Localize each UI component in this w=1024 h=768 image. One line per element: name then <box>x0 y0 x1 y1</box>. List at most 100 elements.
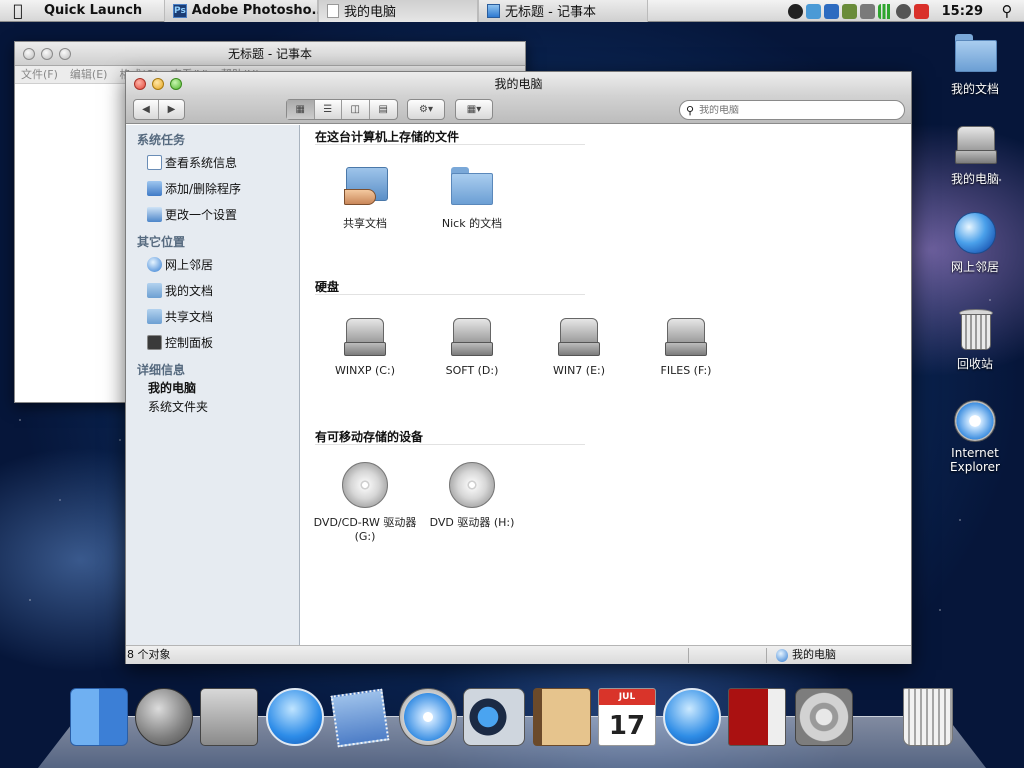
zoom-button[interactable] <box>170 78 182 90</box>
tray-app-icon[interactable] <box>787 3 803 19</box>
section-heading-other-places: 其它位置 <box>137 235 186 249</box>
notepad-titlebar[interactable]: 无标题 - 记事本 <box>15 42 525 66</box>
sidebar-item-change-setting[interactable]: 更改一个设置 <box>126 201 299 227</box>
address-book-icon[interactable] <box>533 688 591 746</box>
task-notepad[interactable]: 无标题 - 记事本 <box>478 0 648 22</box>
signal-icon[interactable] <box>877 3 893 19</box>
item-label: WINXP (C:) <box>335 364 395 377</box>
search-field[interactable]: ⚲ <box>679 100 905 120</box>
section-title-removable-storage: 有可移动存储的设备 <box>315 428 585 445</box>
content-pane: 在这台计算机上存储的文件 共享文档 Nick 的文档 硬盘 WINXP (C:)… <box>301 125 911 645</box>
hard-drive-icon <box>554 312 604 358</box>
tray-monitor-icon[interactable] <box>859 3 875 19</box>
zoom-button[interactable] <box>59 48 71 60</box>
sidebar-item-network[interactable]: 网上邻居 <box>126 251 299 277</box>
safari-icon[interactable] <box>399 688 457 746</box>
task-photoshop[interactable]: Ps Adobe Photosho... <box>164 0 326 22</box>
status-divider <box>688 648 689 663</box>
item-nick-documents[interactable]: Nick 的文档 <box>417 163 527 231</box>
icon-view-icon[interactable]: ▦ <box>287 100 315 119</box>
sidebar-item-shared-documents[interactable]: 共享文档 <box>126 303 299 329</box>
apple-icon[interactable]:  <box>0 0 36 22</box>
coverflow-view-icon[interactable]: ▤ <box>370 100 397 119</box>
finder-icon[interactable] <box>70 688 128 746</box>
control-panel-icon <box>147 334 162 350</box>
mail-icon[interactable] <box>330 688 390 748</box>
sidebar-item-label: 共享文档 <box>165 309 214 324</box>
back-arrow-icon[interactable]: ◀ <box>134 100 159 119</box>
calendar-icon[interactable]: JUL 17 <box>598 688 656 746</box>
item-drive-d[interactable]: SOFT (D:) <box>417 312 527 377</box>
task-my-computer[interactable]: 我的电脑 <box>318 0 478 22</box>
desktop-icon-my-computer[interactable]: 我的电脑 <box>930 120 1020 187</box>
list-view-icon[interactable]: ☰ <box>315 100 342 119</box>
photo-browser-icon[interactable] <box>200 688 258 746</box>
spotlight-search-icon[interactable]: ⚲ <box>996 2 1018 20</box>
back-forward-buttons: ◀ ▶ <box>133 99 185 120</box>
explorer-window[interactable]: 我的电脑 ◀ ▶ ▦ ☰ ◫ ▤ ⚙▾ ▦▾ ⚲ 系统任务 查看系统信息 <box>125 71 912 664</box>
item-label: Nick 的文档 <box>441 217 503 230</box>
explorer-toolbar: ◀ ▶ ▦ ☰ ◫ ▤ ⚙▾ ▦▾ ⚲ <box>126 96 911 124</box>
menu-bar:  Quick Launch Ps Adobe Photosho... 我的电脑… <box>0 0 1024 22</box>
search-input[interactable] <box>699 104 890 116</box>
section-heading-system-tasks: 系统任务 <box>137 133 186 147</box>
document-icon <box>327 3 339 18</box>
sidebar-item-add-remove-programs[interactable]: 添加/删除程序 <box>126 175 299 201</box>
gear-icon: ⚙▾ <box>419 104 433 115</box>
column-view-icon[interactable]: ◫ <box>342 100 370 119</box>
sidebar-item-label: 更改一个设置 <box>165 207 238 222</box>
window-controls <box>134 78 182 90</box>
details-name: 我的电脑 <box>148 381 197 395</box>
tray-tool-icon[interactable] <box>841 3 857 19</box>
facetime-icon[interactable] <box>463 688 525 746</box>
menu-file[interactable]: 文件(F) <box>21 66 58 83</box>
clock[interactable]: 15:29 <box>942 4 983 19</box>
item-drive-e[interactable]: WIN7 (E:) <box>524 312 634 377</box>
trash-icon <box>951 305 999 351</box>
desktop-icon-label: 我的文档 <box>950 82 999 96</box>
itunes-icon[interactable] <box>663 688 721 746</box>
minimize-button[interactable] <box>41 48 53 60</box>
arrange-menu-button[interactable]: ▦▾ <box>455 99 493 120</box>
explorer-titlebar[interactable]: 我的电脑 <box>126 72 911 96</box>
sidebar-item-label: 查看系统信息 <box>165 155 238 170</box>
close-button[interactable] <box>134 78 146 90</box>
app-store-icon[interactable] <box>266 688 324 746</box>
task-label: Adobe Photosho... <box>191 3 327 18</box>
install-icon <box>147 180 162 196</box>
tray-security-icon[interactable] <box>913 3 929 19</box>
close-button[interactable] <box>23 48 35 60</box>
desktop-icon-label: 我的电脑 <box>950 172 999 186</box>
item-label: DVD 驱动器 (H:) <box>429 516 515 529</box>
folder-icon <box>147 308 162 324</box>
item-drive-h[interactable]: DVD 驱动器 (H:) <box>417 462 527 530</box>
desktop-icon-internet-explorer[interactable]: Internet Explorer <box>926 400 1024 474</box>
sidebar-item-my-documents[interactable]: 我的文档 <box>126 277 299 303</box>
launchpad-icon[interactable] <box>135 688 193 746</box>
tray-network-icon[interactable] <box>805 3 821 19</box>
sidebar-item-control-panel[interactable]: 控制面板 <box>126 329 299 355</box>
calendar-day: 17 <box>608 711 646 741</box>
status-divider <box>766 648 767 663</box>
sidebar-item-view-system-info[interactable]: 查看系统信息 <box>126 149 299 175</box>
action-menu-button[interactable]: ⚙▾ <box>407 99 445 120</box>
sidebar-item-label: 我的文档 <box>165 283 214 298</box>
folder-icon <box>147 282 162 298</box>
item-drive-f[interactable]: FILES (F:) <box>631 312 741 377</box>
item-drive-c[interactable]: WINXP (C:) <box>310 312 420 377</box>
folder-icon <box>951 30 999 76</box>
system-preferences-icon[interactable] <box>795 688 853 746</box>
desktop-icon-network[interactable]: 网上邻居 <box>930 212 1020 275</box>
item-shared-documents[interactable]: 共享文档 <box>310 163 420 231</box>
photo-booth-icon[interactable] <box>728 688 786 746</box>
forward-arrow-icon[interactable]: ▶ <box>159 100 184 119</box>
tray-display-icon[interactable] <box>823 3 839 19</box>
tray-clock-icon[interactable] <box>895 3 911 19</box>
minimize-button[interactable] <box>152 78 164 90</box>
quick-launch-menu[interactable]: Quick Launch <box>36 0 164 22</box>
item-drive-g[interactable]: DVD/CD-RW 驱动器 (G:) <box>310 462 420 543</box>
desktop-icon-my-documents[interactable]: 我的文档 <box>930 30 1020 97</box>
desktop-icon-recycle-bin[interactable]: 回收站 <box>930 305 1020 372</box>
trash-icon[interactable] <box>903 688 953 746</box>
menu-edit[interactable]: 编辑(E) <box>70 66 108 83</box>
